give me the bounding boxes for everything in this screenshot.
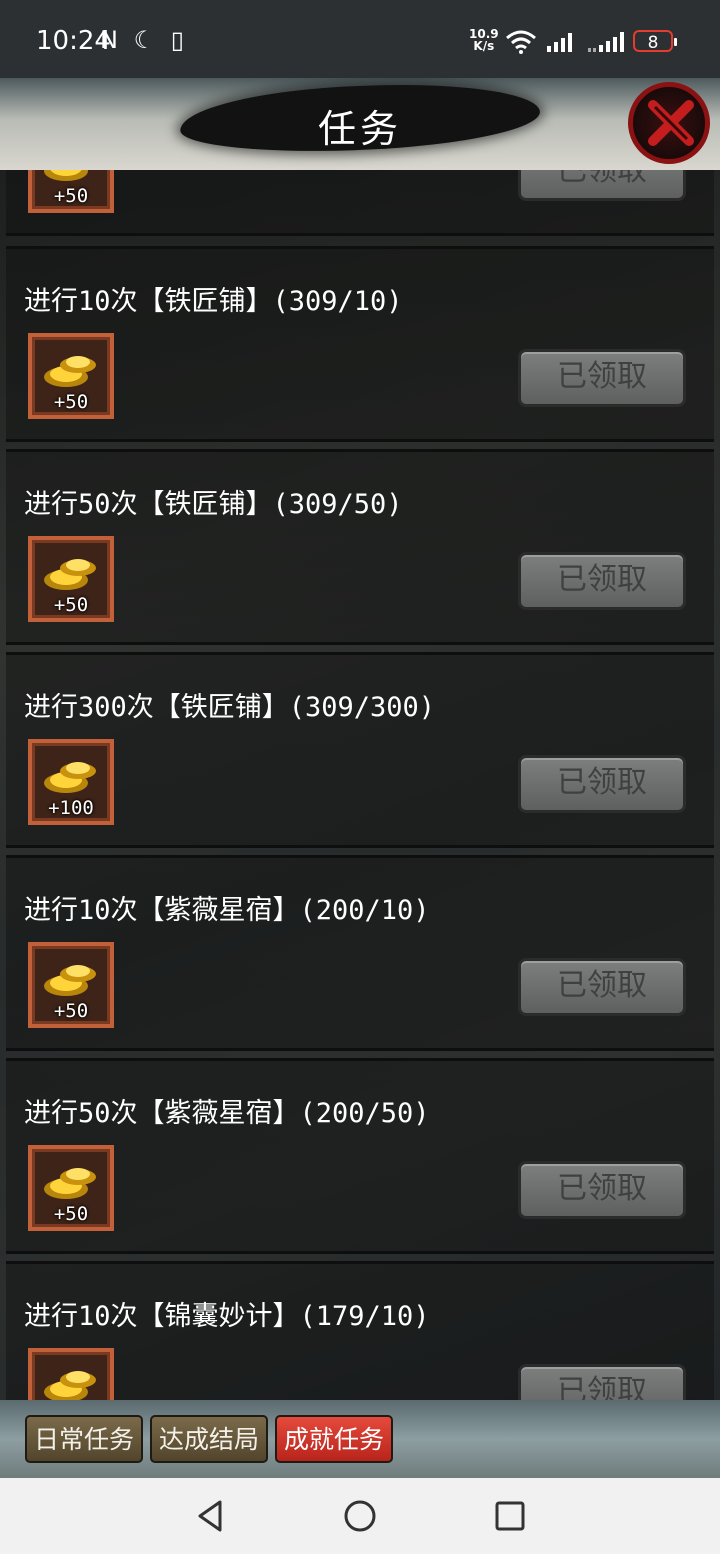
recents-icon[interactable] — [490, 1496, 530, 1536]
gold-ingot-icon — [44, 965, 96, 996]
gold-ingot-icon — [44, 559, 96, 590]
signal-icon — [547, 33, 572, 52]
task-title: 进行50次【紫薇星宿】(200/50) — [24, 1098, 430, 1129]
task-card: 进行50次【紫薇星宿】(200/50) +50 已领取 — [6, 1058, 714, 1254]
wifi-icon — [506, 30, 536, 54]
tab-endings[interactable]: 达成结局 — [150, 1415, 268, 1463]
page-title: 任务 — [317, 107, 402, 151]
signal-icon-2 — [588, 32, 624, 52]
tab-achievements[interactable]: 成就任务 — [275, 1415, 393, 1463]
reward-amount: +50 — [53, 1203, 89, 1225]
gold-ingot-icon — [44, 170, 88, 181]
reward-amount: +50 — [53, 1000, 89, 1022]
task-card: 进行10次【铁匠铺】(309/10) +50 已领取 — [6, 246, 714, 442]
gold-ingot-icon — [44, 762, 96, 793]
task-card: +50 已领取 — [6, 170, 714, 236]
network-speed-unit: K/s — [473, 39, 495, 53]
task-title: 进行300次【铁匠铺】(309/300) — [24, 692, 436, 723]
page-header: 任务 — [0, 78, 720, 170]
navigation-bar — [0, 1478, 720, 1554]
tab-daily-tasks[interactable]: 日常任务 — [25, 1415, 143, 1463]
reward-item: +50 — [28, 536, 114, 622]
reward-item — [28, 1348, 114, 1400]
claimed-button[interactable]: 已领取 — [518, 170, 686, 201]
reward-item: +100 — [28, 739, 114, 825]
claimed-button[interactable]: 已领取 — [518, 1161, 686, 1219]
task-card: 进行10次【紫薇星宿】(200/10) +50 已领取 — [6, 855, 714, 1051]
task-tab-bar: 日常任务 达成结局 成就任务 — [0, 1400, 720, 1478]
reward-amount: +50 — [53, 185, 89, 207]
task-title: 进行10次【锦囊妙计】(179/10) — [24, 1301, 430, 1332]
gold-ingot-icon — [44, 1168, 96, 1199]
reward-amount: +50 — [53, 594, 89, 616]
task-title: 进行50次【铁匠铺】(309/50) — [24, 489, 403, 520]
notification-icons: N ☾ ▯ — [100, 26, 188, 54]
close-icon — [648, 100, 694, 146]
task-list[interactable]: +50 已领取 进行10次【铁匠铺】(309/10) +50 已领取 进行50次… — [0, 170, 720, 1400]
task-card: 进行300次【铁匠铺】(309/300) +100 已领取 — [6, 652, 714, 848]
reward-item: +50 — [28, 1145, 114, 1231]
back-icon[interactable] — [190, 1496, 230, 1536]
status-bar: 10:24 N ☾ ▯ 10.9 K/s 8 — [0, 0, 720, 78]
home-icon[interactable] — [340, 1496, 380, 1536]
claimed-button[interactable]: 已领取 — [518, 552, 686, 610]
network-speed: 10.9 K/s — [469, 28, 499, 52]
claimed-button[interactable]: 已领取 — [518, 1364, 686, 1400]
claimed-button[interactable]: 已领取 — [518, 349, 686, 407]
claimed-button[interactable]: 已领取 — [518, 958, 686, 1016]
reward-item: +50 — [28, 942, 114, 1028]
task-title: 进行10次【紫薇星宿】(200/10) — [24, 895, 430, 926]
task-card: 进行50次【铁匠铺】(309/50) +50 已领取 — [6, 449, 714, 645]
task-card: 进行10次【锦囊妙计】(179/10) 已领取 — [6, 1261, 714, 1400]
task-title: 进行10次【铁匠铺】(309/10) — [24, 286, 403, 317]
reward-amount: +100 — [48, 797, 94, 819]
reward-item: +50 — [28, 333, 114, 419]
reward-item: +50 — [28, 170, 114, 213]
claimed-button[interactable]: 已领取 — [518, 755, 686, 813]
reward-amount: +50 — [53, 391, 89, 413]
close-button[interactable] — [628, 82, 710, 164]
battery-icon: 8 — [633, 30, 677, 53]
gold-ingot-icon — [44, 1371, 96, 1400]
gold-ingot-icon — [44, 356, 96, 387]
